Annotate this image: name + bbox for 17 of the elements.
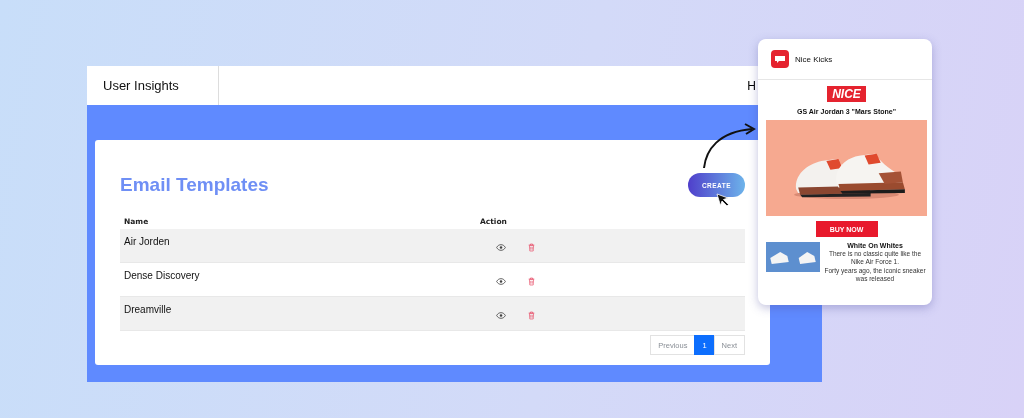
table-cell-text: Air Jorden (123, 235, 171, 247)
view-icon[interactable] (496, 244, 506, 251)
page-title: Email Templates (120, 174, 269, 196)
cursor-icon (716, 193, 729, 207)
brand-logo: NICE (827, 86, 866, 102)
table-cell-text: Dreamville (123, 303, 173, 315)
curved-arrow (703, 123, 756, 169)
delete-icon[interactable] (528, 277, 535, 286)
delete-icon[interactable] (528, 243, 535, 252)
delete-icon[interactable] (528, 311, 535, 320)
tab[interactable]: User Insights (87, 66, 219, 105)
view-icon[interactable] (496, 278, 506, 285)
header-text: H (747, 78, 756, 93)
sender-name: Nice Kicks (795, 54, 833, 64)
view-icon[interactable] (496, 312, 506, 319)
app-logo-icon (771, 50, 789, 68)
table-cell-text: Dense Discovery (123, 269, 201, 281)
